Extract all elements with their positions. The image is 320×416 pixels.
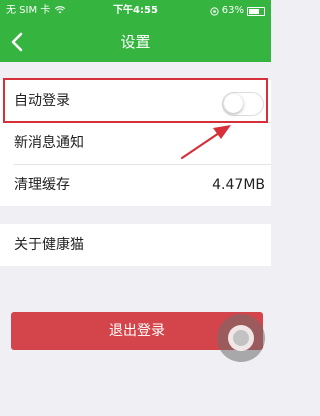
assistive-touch-button[interactable] (217, 314, 265, 362)
status-right: 63% (210, 0, 265, 22)
about-label: 关于健康猫 (14, 237, 84, 253)
setting-new-message-notify[interactable]: 新消息通知 (0, 122, 271, 164)
new-message-notify-label: 新消息通知 (14, 135, 84, 151)
app-header: 无 SIM 卡 下午4:55 63% 设置 (0, 0, 271, 62)
settings-group-about: 关于健康猫 (0, 224, 271, 266)
cache-size: 4.47MB (212, 177, 265, 193)
orientation-lock-icon (210, 6, 219, 16)
clear-cache-label: 清理缓存 (14, 177, 70, 193)
highlight-box (3, 78, 268, 123)
setting-about[interactable]: 关于健康猫 (0, 224, 271, 266)
setting-clear-cache[interactable]: 清理缓存 4.47MB (0, 164, 271, 206)
battery-fill (249, 8, 260, 14)
battery-percent: 63% (221, 5, 244, 16)
page-title: 设置 (120, 33, 151, 51)
assistive-touch-core (233, 330, 249, 346)
battery-icon (247, 6, 265, 16)
status-bar: 无 SIM 卡 下午4:55 63% (0, 0, 271, 22)
nav-bar: 设置 (0, 22, 271, 62)
